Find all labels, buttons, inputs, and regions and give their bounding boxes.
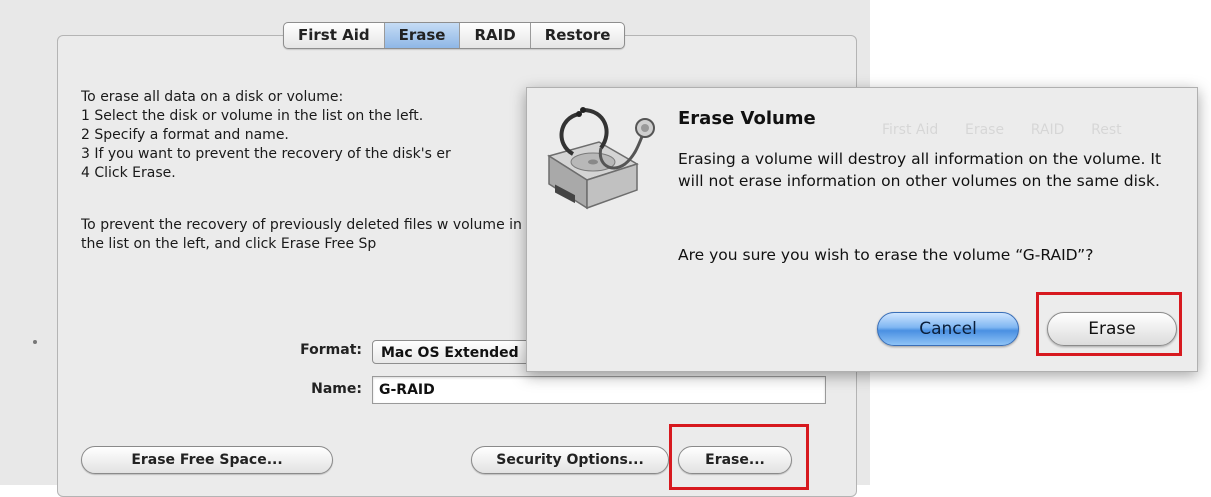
erase-free-space-button[interactable]: Erase Free Space...: [81, 446, 333, 474]
security-options-button[interactable]: Security Options...: [471, 446, 669, 474]
disk-utility-icon: [539, 104, 659, 214]
tab-first-aid[interactable]: First Aid: [284, 23, 385, 48]
tab-raid[interactable]: RAID: [460, 23, 531, 48]
format-select[interactable]: Mac OS Extended: [372, 340, 542, 364]
tab-erase[interactable]: Erase: [384, 23, 461, 48]
dialog-title: Erase Volume: [678, 108, 816, 129]
confirm-erase-highlight: [1036, 292, 1182, 356]
dialog-message: Erasing a volume will destroy all inform…: [678, 150, 1162, 190]
resize-marker: [33, 340, 37, 344]
background-ghost-tabs: First Aid Erase RAID Rest: [882, 122, 1122, 138]
name-label: Name:: [311, 381, 362, 397]
erase-instructions: To erase all data on a disk or volume: 1…: [81, 89, 451, 181]
name-input[interactable]: G-RAID: [372, 376, 826, 404]
erase-free-space-instructions: To prevent the recovery of previously de…: [81, 217, 522, 252]
cancel-button[interactable]: Cancel: [877, 312, 1019, 346]
format-label: Format:: [300, 342, 362, 358]
tab-bar: First Aid Erase RAID Restore: [283, 22, 626, 49]
erase-button-highlight: [669, 424, 809, 490]
tab-restore[interactable]: Restore: [531, 23, 625, 48]
dialog-question: Are you sure you wish to erase the volum…: [678, 246, 1094, 264]
